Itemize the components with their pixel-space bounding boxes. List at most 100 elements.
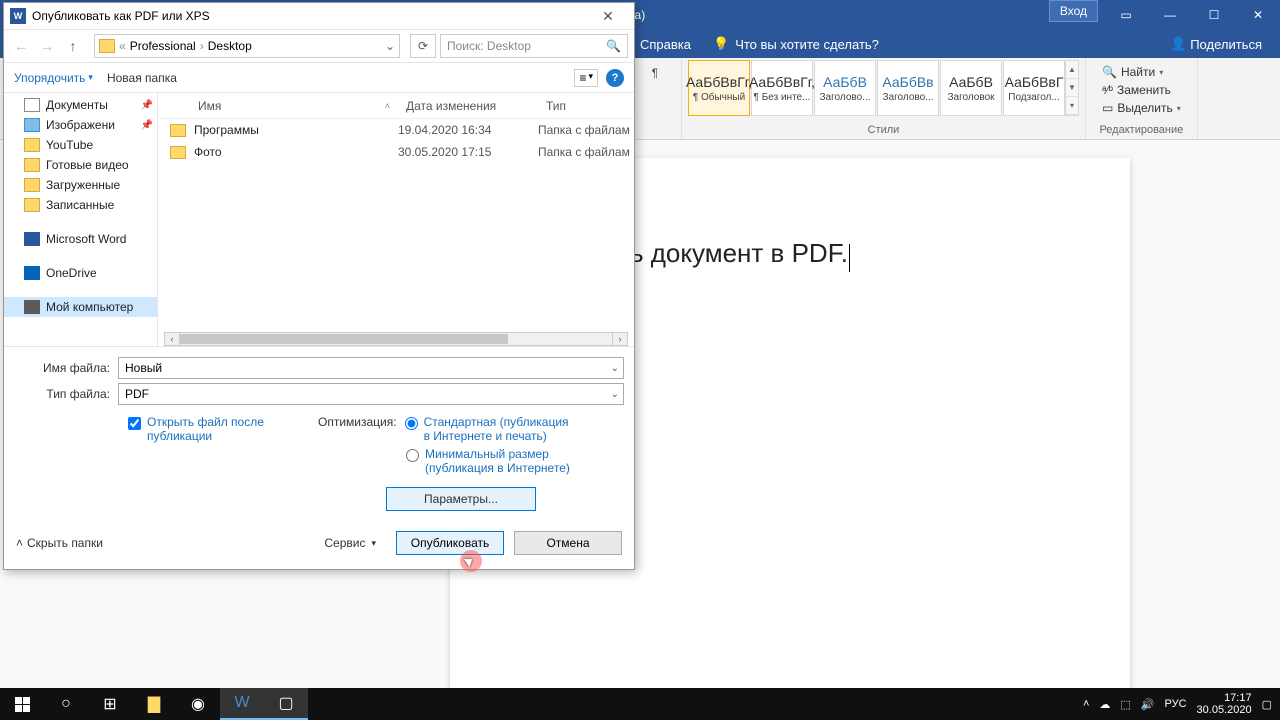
- explorer-icon[interactable]: ▇: [132, 688, 176, 720]
- breadcrumb-1[interactable]: Professional: [130, 39, 196, 53]
- tab-help[interactable]: Справка: [640, 37, 691, 52]
- breadcrumb-2[interactable]: Desktop: [208, 39, 252, 53]
- clock[interactable]: 17:17 30.05.2020: [1197, 692, 1252, 716]
- find-button[interactable]: 🔍Найти▾: [1100, 64, 1183, 80]
- organize-label: Упорядочить: [14, 71, 85, 85]
- filetype-dropdown-icon[interactable]: ⌄: [611, 389, 619, 400]
- opt-min-label: Минимальный размер (публикация в Интерне…: [425, 447, 576, 475]
- list-item[interactable]: Фото30.05.2020 17:15Папка с файлам: [158, 141, 634, 163]
- maximize-icon[interactable]: ☐: [1192, 0, 1236, 30]
- styles-more[interactable]: ▲▼▾: [1065, 60, 1079, 116]
- od-icon: [24, 266, 40, 280]
- search-taskbar-icon[interactable]: ○: [44, 688, 88, 720]
- help-icon[interactable]: ?: [606, 69, 624, 87]
- col-name[interactable]: Имя˄: [170, 99, 398, 113]
- word-taskbar-icon[interactable]: W: [220, 688, 264, 720]
- horizontal-scrollbar[interactable]: ‹ ›: [164, 332, 628, 346]
- task-view-icon[interactable]: ⊞: [88, 688, 132, 720]
- notifications-icon[interactable]: ▢: [1262, 698, 1272, 711]
- open-after-input[interactable]: [128, 417, 141, 430]
- refresh-icon[interactable]: ⟳: [410, 34, 436, 58]
- tray-chevron-icon[interactable]: ˄: [1083, 698, 1089, 710]
- replace-button[interactable]: ᵃ⁄ᵇ Заменить: [1100, 82, 1183, 98]
- opt-min-input[interactable]: [406, 449, 419, 462]
- opt-min-radio[interactable]: Минимальный размер (публикация в Интерне…: [406, 447, 576, 475]
- tree-item[interactable]: Готовые видео: [4, 155, 157, 175]
- share-button[interactable]: 👤 Поделиться: [1170, 36, 1262, 52]
- nav-back-icon[interactable]: ←: [10, 35, 32, 57]
- select-button[interactable]: ▭Выделить▾: [1100, 100, 1183, 116]
- save-fields: Имя файла: Новый⌄ Тип файла: PDF⌄ Открыт…: [4, 346, 634, 521]
- dialog-close-icon[interactable]: ✕: [588, 8, 628, 25]
- close-word-icon[interactable]: ✕: [1236, 0, 1280, 30]
- volume-icon[interactable]: 🔊: [1141, 698, 1155, 711]
- style-4[interactable]: АаБбВЗаголовок: [940, 60, 1002, 116]
- tray-lang[interactable]: РУС: [1165, 698, 1187, 710]
- filename-label: Имя файла:: [14, 361, 118, 375]
- search-box[interactable]: Поиск: Desktop 🔍: [440, 34, 628, 58]
- style-1[interactable]: АаБбВвГг,¶ Без инте...: [751, 60, 813, 116]
- file-name: Программы: [194, 123, 259, 137]
- new-folder-button[interactable]: Новая папка: [107, 71, 177, 85]
- style-0[interactable]: АаБбВвГг,¶ Обычный: [688, 60, 750, 116]
- select-icon: ▭: [1102, 101, 1113, 115]
- start-button[interactable]: [0, 688, 44, 720]
- login-button[interactable]: Вход: [1049, 0, 1098, 22]
- organize-button[interactable]: Упорядочить▾: [14, 71, 93, 85]
- clock-time: 17:17: [1197, 692, 1252, 704]
- address-bar[interactable]: « Professional › Desktop ⌄: [94, 34, 400, 58]
- list-item[interactable]: Программы19.04.2020 16:34Папка с файлам: [158, 119, 634, 141]
- app-taskbar-icon[interactable]: ▢: [264, 688, 308, 720]
- folder-icon: [99, 39, 115, 53]
- word-icon: W: [10, 8, 26, 24]
- col-type[interactable]: Тип: [538, 99, 634, 113]
- filename-dropdown-icon[interactable]: ⌄: [611, 363, 619, 374]
- network-icon[interactable]: ⬚: [1120, 698, 1130, 711]
- filename-value: Новый: [125, 361, 162, 375]
- tree-label: OneDrive: [46, 266, 97, 280]
- chrome-icon[interactable]: ◉: [176, 688, 220, 720]
- parameters-button[interactable]: Параметры...: [386, 487, 536, 511]
- view-mode-button[interactable]: ≡▾: [574, 69, 598, 87]
- publish-button[interactable]: Опубликовать: [396, 531, 504, 555]
- open-after-checkbox[interactable]: Открыть файл после публикации: [128, 415, 278, 511]
- opt-standard-input[interactable]: [405, 417, 418, 430]
- replace-icon: ᵃ⁄ᵇ: [1102, 83, 1113, 97]
- col-date[interactable]: Дата изменения: [398, 99, 538, 113]
- replace-label: Заменить: [1117, 83, 1171, 97]
- folder-icon: [170, 146, 186, 159]
- ribbon-options-icon[interactable]: ▭: [1104, 0, 1148, 30]
- filename-input[interactable]: Новый ⌄: [118, 357, 624, 379]
- scroll-left-icon[interactable]: ‹: [164, 332, 180, 346]
- filetype-select[interactable]: PDF⌄: [118, 383, 624, 405]
- tree-item[interactable]: Microsoft Word: [4, 229, 157, 249]
- tree-item[interactable]: Изображени📌: [4, 115, 157, 135]
- tree-item[interactable]: Документы📌: [4, 95, 157, 115]
- cancel-button[interactable]: Отмена: [514, 531, 622, 555]
- onedrive-tray-icon[interactable]: ☁: [1099, 698, 1110, 711]
- address-dropdown-icon[interactable]: ⌄: [385, 39, 395, 53]
- text-cursor: [849, 244, 850, 272]
- tree-item[interactable]: Мой компьютер: [4, 297, 157, 317]
- style-2[interactable]: АаБбВЗаголово...: [814, 60, 876, 116]
- tell-me[interactable]: 💡 Что вы хотите сделать?: [713, 36, 879, 52]
- doc-icon: [24, 98, 40, 112]
- nav-forward-icon[interactable]: →: [36, 35, 58, 57]
- hide-folders-button[interactable]: ˄Скрыть папки: [16, 536, 103, 550]
- style-3[interactable]: АаБбВвЗаголово...: [877, 60, 939, 116]
- tree-item[interactable]: YouTube: [4, 135, 157, 155]
- dialog-title: Опубликовать как PDF или XPS: [32, 9, 210, 23]
- style-5[interactable]: АаБбВвГПодзагол...: [1003, 60, 1065, 116]
- open-after-label: Открыть файл после публикации: [147, 415, 278, 443]
- tree-item[interactable]: OneDrive: [4, 263, 157, 283]
- minimize-icon[interactable]: —: [1148, 0, 1192, 30]
- tree-item[interactable]: Записанные: [4, 195, 157, 215]
- scroll-right-icon[interactable]: ›: [612, 332, 628, 346]
- service-menu[interactable]: Сервис▾: [324, 536, 376, 550]
- opt-standard-radio[interactable]: Стандартная (публикация в Интернете и пе…: [405, 415, 575, 443]
- tree-item[interactable]: Загруженные: [4, 175, 157, 195]
- file-date: 30.05.2020 17:15: [398, 145, 538, 159]
- style-name: Заголово...: [883, 92, 934, 103]
- nav-up-icon[interactable]: ↑: [62, 35, 84, 57]
- pilcrow-icon[interactable]: ¶: [646, 64, 664, 82]
